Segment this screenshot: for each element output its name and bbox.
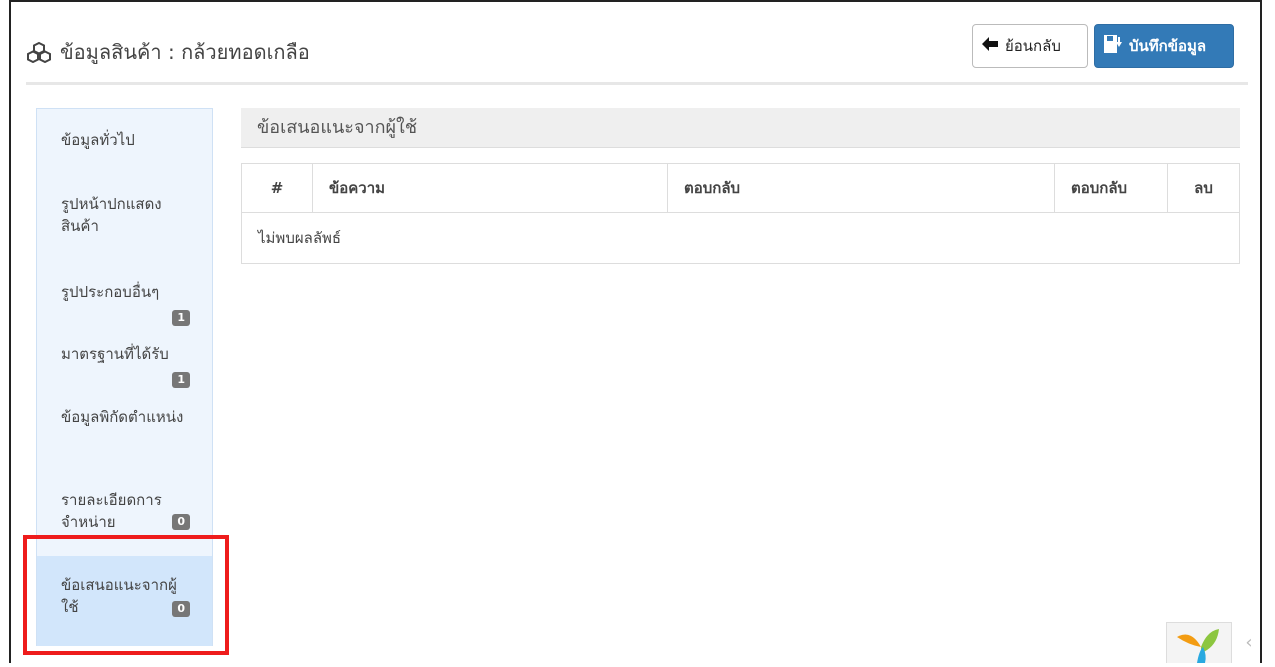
save-button[interactable]: บันทึกข้อมูล (1094, 24, 1234, 68)
column-header-number[interactable]: # (241, 163, 313, 213)
section-title: ข้อเสนอแนะจากผู้ใช้ (241, 108, 1240, 148)
feedback-table: # ข้อความ ตอบกลับ ตอบกลับ ลบ ไม่พบผลลัพธ… (241, 163, 1240, 264)
page-header: ข้อมูลสินค้า : กล้วยทอดเกลือ ย้อนกลับ บั… (26, 22, 1248, 85)
column-header-reply[interactable]: ตอบกลับ (667, 163, 1055, 213)
sidebar-item-sales-details[interactable]: รายละเอียดการจำหน่าย 0 (37, 489, 212, 541)
column-header-delete: ลบ (1167, 163, 1240, 213)
count-badge: 1 (172, 310, 190, 326)
sidebar-item-label: รูปหน้าปกแสดงสินค้า (61, 195, 162, 235)
sidebar-item-standards[interactable]: มาตรฐานที่ได้รับ 1 (37, 343, 212, 389)
sidebar-item-user-feedback[interactable]: ข้อเสนอแนะจากผู้ใช้ 0 (37, 556, 212, 646)
save-button-label: บันทึกข้อมูล (1129, 37, 1207, 55)
count-badge: 0 (172, 514, 190, 530)
column-header-reply-action: ตอบกลับ (1054, 163, 1168, 213)
table-row: ไม่พบผลลัพธ์ (241, 212, 1240, 264)
empty-message: ไม่พบผลลัพธ์ (241, 212, 1240, 264)
sidebar-item-label: รายละเอียดการจำหน่าย (61, 491, 162, 531)
cubes-icon (26, 41, 52, 63)
sidebar-item-label: ข้อเสนอแนะจากผู้ใช้ (61, 576, 177, 616)
sidebar-item-label: มาตรฐานที่ได้รับ (61, 345, 169, 363)
framework-logo[interactable] (1166, 622, 1232, 663)
sidebar-item-other-images[interactable]: รูปประกอบอื่นๆ 1 (37, 281, 212, 327)
back-button[interactable]: ย้อนกลับ (972, 24, 1088, 68)
sidebar-item-cover-image[interactable]: รูปหน้าปกแสดงสินค้า (37, 193, 212, 237)
sidebar-item-general[interactable]: ข้อมูลทั่วไป (37, 129, 212, 151)
page-title-text: ข้อมูลสินค้า : กล้วยทอดเกลือ (60, 40, 310, 64)
column-header-message[interactable]: ข้อความ (312, 163, 668, 213)
back-button-label: ย้อนกลับ (1005, 37, 1061, 55)
logo-icon (1177, 629, 1219, 663)
save-icon (1103, 34, 1123, 58)
table-header-row: # ข้อความ ตอบกลับ ตอบกลับ ลบ (241, 163, 1240, 213)
sidebar-item-location[interactable]: ข้อมูลพิกัดตำแหน่ง (37, 406, 212, 428)
sidebar: ข้อมูลทั่วไป รูปหน้าปกแสดงสินค้า รูปประก… (36, 108, 213, 646)
chevron-left-icon[interactable]: ‹ (1238, 622, 1260, 663)
arrow-left-icon (981, 36, 999, 56)
sidebar-item-label: ข้อมูลพิกัดตำแหน่ง (61, 408, 184, 426)
page-title: ข้อมูลสินค้า : กล้วยทอดเกลือ (26, 36, 310, 68)
sidebar-item-label: รูปประกอบอื่นๆ (61, 283, 160, 301)
count-badge: 1 (172, 372, 190, 388)
sidebar-item-label: ข้อมูลทั่วไป (61, 131, 135, 149)
count-badge: 0 (172, 601, 190, 617)
